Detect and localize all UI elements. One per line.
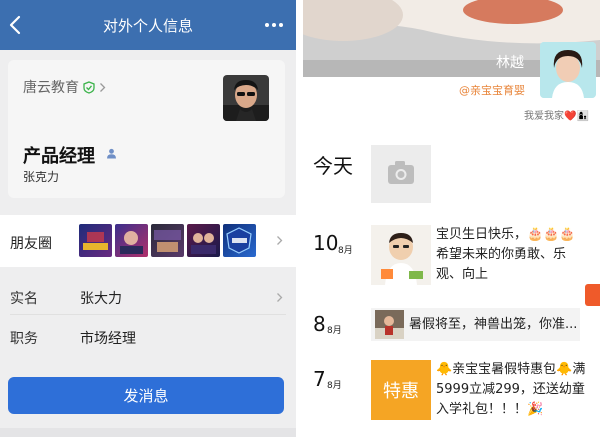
moment-thumbnail (187, 224, 220, 257)
position-value: 市场经理 (80, 331, 136, 347)
real-name-label: 实名 (10, 291, 38, 307)
moment-thumbnail (151, 224, 184, 257)
post-image[interactable] (371, 225, 431, 285)
company-name: 唐云教育 (23, 80, 79, 96)
navigation-bar: 对外个人信息 (0, 0, 296, 50)
person-name: 张克力 (23, 170, 60, 184)
moments-row[interactable]: 朋友圈 (0, 215, 296, 267)
divider (10, 314, 286, 315)
right-panel-moments-screen: 林越 @亲宝宝育婴 我爱我家❤️👩‍👦 今天 10 8月 (303, 0, 600, 437)
person-icon (107, 148, 116, 159)
post-day: 10 (313, 231, 339, 255)
side-logo-icon[interactable] (585, 284, 600, 306)
chevron-right-icon (277, 293, 283, 302)
position-label: 职务 (10, 331, 38, 347)
chevron-right-icon (100, 82, 106, 92)
page-title: 对外个人信息 (102, 17, 193, 35)
post-day: 8 (313, 312, 326, 336)
camera-icon (388, 161, 414, 184)
moments-label: 朋友圈 (10, 236, 52, 252)
bottom-strip (0, 428, 296, 437)
chevron-right-icon (277, 236, 283, 245)
left-panel-profile-screen: 对外个人信息 唐云教育 产品经理 张克力 朋友圈 实名 张大力 职务 市场经理 … (0, 0, 296, 437)
post-month: 8月 (327, 326, 342, 336)
company-row[interactable]: 唐云教育 (23, 77, 106, 97)
moment-thumbnail (79, 224, 112, 257)
moment-thumbnail (223, 224, 256, 257)
channel-handle[interactable]: @亲宝宝育婴 (459, 82, 525, 98)
avatar[interactable] (223, 75, 269, 121)
post-text: 🐥亲宝宝暑假特惠包🐥满5999立减299，还送幼童入学礼包！！！🎉 (436, 362, 586, 417)
profile-avatar[interactable] (540, 42, 596, 98)
post-share-bar[interactable]: 暑假将至，神兽出笼，你准... (371, 308, 580, 341)
post-month: 8月 (327, 381, 342, 391)
moment-thumbnail (115, 224, 148, 257)
post-text: 宝贝生日快乐，🎂🎂🎂希望未来的你勇敢、乐观、向上 (436, 227, 576, 282)
profile-card: 唐云教育 产品经理 张克力 (8, 60, 285, 198)
post-text: 暑假将至，神兽出笼，你准... (409, 317, 578, 332)
moments-thumbnails (79, 224, 256, 257)
send-message-button[interactable]: 发消息 (8, 377, 284, 414)
today-label: 今天 (313, 154, 353, 178)
post-month: 8月 (338, 246, 353, 256)
post-day: 7 (313, 367, 326, 391)
signature: 我爱我家❤️👩‍👦 (524, 111, 589, 122)
add-photo-button[interactable] (371, 145, 431, 203)
job-title: 产品经理 (23, 146, 95, 167)
promo-badge[interactable]: 特惠 (371, 360, 431, 420)
more-icon[interactable] (264, 22, 284, 28)
real-name-value[interactable]: 张大力 (80, 288, 122, 308)
verified-shield-icon (83, 80, 95, 94)
profile-name: 林越 (496, 55, 524, 71)
post-image (375, 310, 404, 339)
